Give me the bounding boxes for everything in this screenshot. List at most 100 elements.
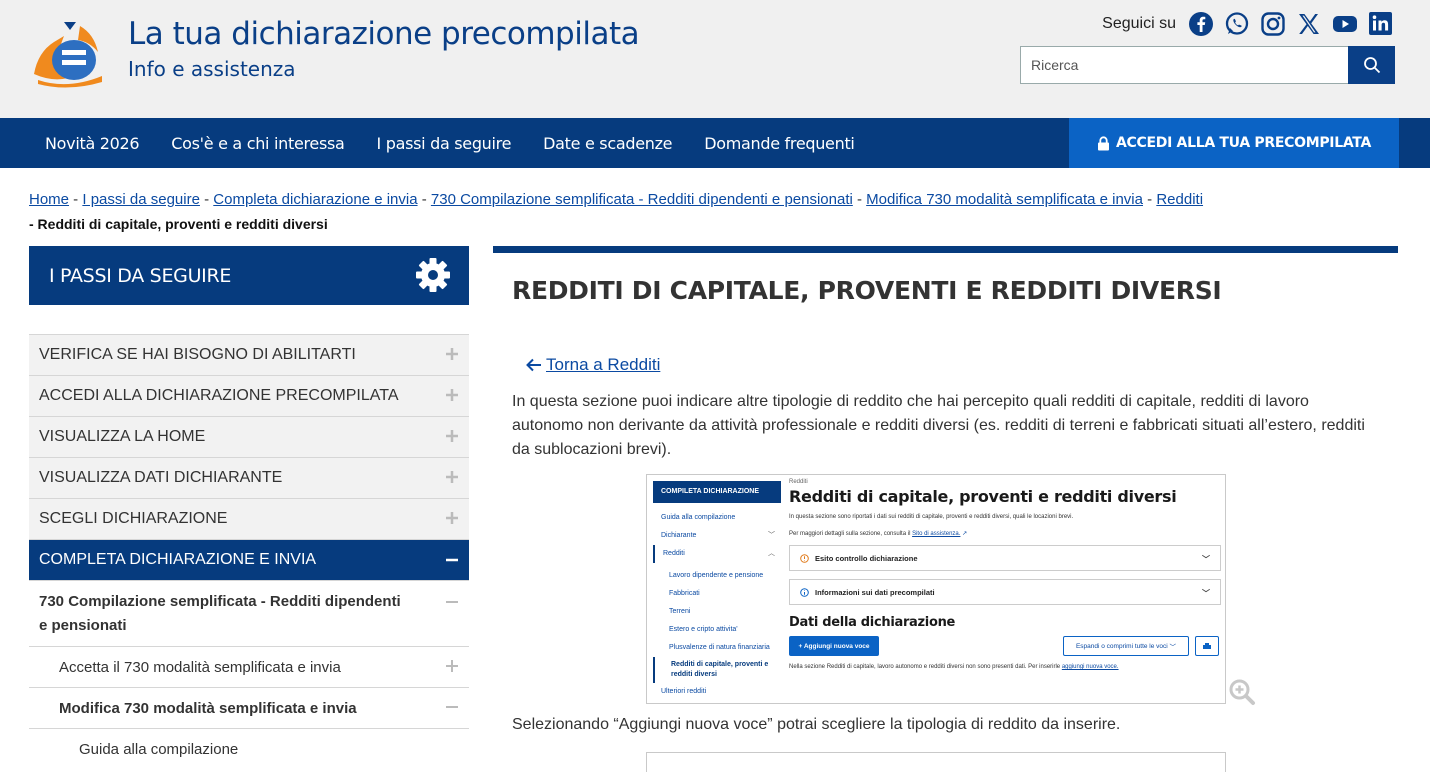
figure-main: Redditi Redditi di capitale, proventi e …: [789, 479, 1221, 670]
figure-add-button: + Aggiungi nuova voce: [789, 636, 879, 656]
breadcrumb-separator: -: [417, 191, 431, 208]
print-icon: [1203, 642, 1211, 649]
login-button[interactable]: ACCEDI ALLA TUA PRECOMPILATA: [1069, 118, 1399, 168]
sidebar-item-dati[interactable]: VISUALIZZA DATI DICHIARANTE: [29, 457, 469, 498]
chevron-down-icon: ﹀: [768, 532, 775, 539]
breadcrumb-redditi[interactable]: Redditi: [1156, 191, 1203, 208]
figure-sidebar-item: Redditi ︿: [653, 545, 781, 563]
breadcrumb-completa[interactable]: Completa dichiarazione e invia: [213, 191, 417, 208]
sidebar-item-modifica[interactable]: Modifica 730 modalità semplificata e inv…: [29, 687, 469, 728]
figure-sidebar-subitem-active: Redditi di capitale, proventi e redditi …: [653, 657, 781, 683]
figure-title: Redditi di capitale, proventi e redditi …: [789, 487, 1177, 506]
x-icon[interactable]: [1295, 10, 1322, 37]
breadcrumb-modifica[interactable]: Modifica 730 modalità semplificata e inv…: [866, 191, 1143, 208]
screenshot-figure[interactable]: COMPILETA DICHIARAZIONE Guida alla compi…: [646, 474, 1226, 704]
sidebar-item-guida[interactable]: Guida alla compilazione: [29, 728, 469, 769]
breadcrumb: Home - I passi da seguire - Completa dic…: [29, 188, 1409, 237]
figure-accordion: Informazioni sui dati precompilati ﹀: [789, 579, 1221, 605]
sidebar-item-label: VISUALIZZA DATI DICHIARANTE: [39, 469, 283, 486]
sidebar-item-scegli[interactable]: SCEGLI DICHIARAZIONE: [29, 498, 469, 539]
nav-item-passi[interactable]: I passi da seguire: [361, 134, 528, 153]
figure-accordion-label: Informazioni sui dati precompilati: [815, 587, 935, 597]
plus-icon: [446, 430, 458, 442]
plus-icon: [446, 389, 458, 401]
social-links: Seguici su: [1102, 10, 1394, 37]
breadcrumb-current: - Redditi di capitale, proventi e reddit…: [29, 216, 328, 232]
nav-item-novita[interactable]: Novità 2026: [29, 134, 155, 153]
youtube-icon[interactable]: [1331, 10, 1358, 37]
figure-subheading: Dati della dichiarazione: [789, 615, 956, 630]
figure-sidebar-subitem: Ulteriori redditi: [661, 688, 707, 695]
site-title[interactable]: La tua dichiarazione precompilata: [128, 16, 640, 52]
main-top-bar: [493, 246, 1398, 253]
search-icon: [1363, 57, 1380, 74]
sidebar-item-completa[interactable]: COMPLETA DICHIARAZIONE E INVIA: [29, 539, 469, 580]
sidebar-item-accetta[interactable]: Accetta il 730 modalità semplificata e i…: [29, 646, 469, 687]
breadcrumb-separator: -: [1142, 191, 1157, 208]
instagram-icon[interactable]: [1259, 10, 1286, 37]
sidebar-title: I PASSI DA SEGUIRE: [49, 265, 232, 287]
minus-icon: [446, 601, 458, 603]
sidebar-item-label: ACCEDI ALLA DICHIARAZIONE PRECOMPILATA: [39, 387, 399, 404]
agenzia-entrate-logo[interactable]: [28, 16, 106, 88]
sidebar-item-label: Guida alla compilazione: [79, 740, 239, 758]
sidebar-item-verifica[interactable]: VERIFICA SE HAI BISOGNO DI ABILITARTI: [29, 334, 469, 375]
plus-icon: [446, 348, 458, 360]
figure-sidebar-subitem: Fabbricati: [669, 590, 700, 597]
chevron-down-icon: ﹀: [1202, 555, 1210, 564]
sidebar-item-label: 730 Compilazione semplificata - Redditi …: [39, 592, 401, 634]
search-button[interactable]: [1348, 46, 1395, 84]
site-header: La tua dichiarazione precompilata Info e…: [0, 0, 1430, 118]
figure-sidebar-title: COMPILETA DICHIARAZIONE: [653, 481, 781, 503]
back-link[interactable]: Torna a Redditi: [526, 355, 660, 375]
figure-print-button: [1195, 636, 1219, 656]
minus-icon: [446, 558, 458, 562]
sidebar-item-home[interactable]: VISUALIZZA LA HOME: [29, 416, 469, 457]
figure-sidebar-label: Redditi: [663, 550, 685, 557]
whatsapp-icon[interactable]: [1223, 10, 1250, 37]
info-circle-icon: [800, 587, 809, 597]
linkedin-icon[interactable]: [1367, 10, 1394, 37]
figure-footnote: Nella sezione Redditi di capitale, lavor…: [789, 664, 1221, 670]
breadcrumb-730[interactable]: 730 Compilazione semplificata - Redditi …: [431, 191, 853, 208]
breadcrumb-separator: -: [852, 191, 867, 208]
sidebar-item-label: COMPLETA DICHIARAZIONE E INVIA: [39, 551, 317, 568]
lock-icon: [1098, 135, 1109, 150]
sidebar-item-accedi[interactable]: ACCEDI ALLA DICHIARAZIONE PRECOMPILATA: [29, 375, 469, 416]
plus-icon: [446, 660, 458, 672]
screenshot-figure-2[interactable]: [646, 752, 1226, 772]
social-label: Seguici su: [1102, 14, 1176, 32]
sidebar-item-730[interactable]: 730 Compilazione semplificata - Redditi …: [29, 580, 469, 646]
gear-icon: [416, 258, 450, 292]
sidebar-item-label: VISUALIZZA LA HOME: [39, 428, 206, 445]
figure-paragraph: In questa sezione sono riportati i dati …: [789, 514, 1074, 520]
chevron-down-icon: ﹀: [1169, 644, 1177, 651]
figure-button-row: + Aggiungi nuova voce Espandi o comprimi…: [789, 636, 1221, 658]
figure-sidebar-subitem: Plusvalenze di natura finanziaria: [669, 644, 770, 651]
figure-accordion-label: Esito controllo dichiarazione: [815, 553, 918, 563]
site-subtitle: Info e assistenza: [128, 57, 296, 81]
figure-link: aggiungi nuova voce.: [1061, 664, 1119, 670]
figure-expand-button: Espandi o comprimi tutte le voci ﹀: [1063, 636, 1189, 656]
figure-sidebar-subitem: Estero e cripto attivita': [669, 626, 738, 633]
breadcrumb-home[interactable]: Home: [29, 191, 69, 208]
back-link-label: Torna a Redditi: [546, 355, 661, 374]
plus-icon: [446, 471, 458, 483]
figure-sidebar-label: Dichiarante: [661, 532, 697, 539]
zoom-in-icon[interactable]: [1228, 678, 1256, 706]
breadcrumb-passi[interactable]: I passi da seguire: [82, 191, 200, 208]
search-input[interactable]: [1020, 46, 1348, 84]
figure-link: Sito di assistenza.: [912, 531, 961, 537]
nav-item-faq[interactable]: Domande frequenti: [688, 134, 870, 153]
external-link-icon: ↗: [962, 531, 968, 537]
plus-icon: [446, 512, 458, 524]
page-title: REDDITI DI CAPITALE, PROVENTI E REDDITI …: [512, 276, 1222, 305]
nav-item-cose[interactable]: Cos'è e a chi interessa: [155, 134, 360, 153]
sidebar-item-label: SCEGLI DICHIARAZIONE: [39, 510, 228, 527]
paragraph-aggiungi: Selezionando “Aggiungi nuova voce” potra…: [512, 716, 1121, 733]
search-bar: [1020, 46, 1395, 84]
figure-sidebar-item: Guida alla compilazione: [661, 514, 736, 521]
nav-item-date[interactable]: Date e scadenze: [527, 134, 688, 153]
facebook-icon[interactable]: [1187, 10, 1214, 37]
figure-sidebar-subitem: Terreni: [669, 608, 691, 615]
